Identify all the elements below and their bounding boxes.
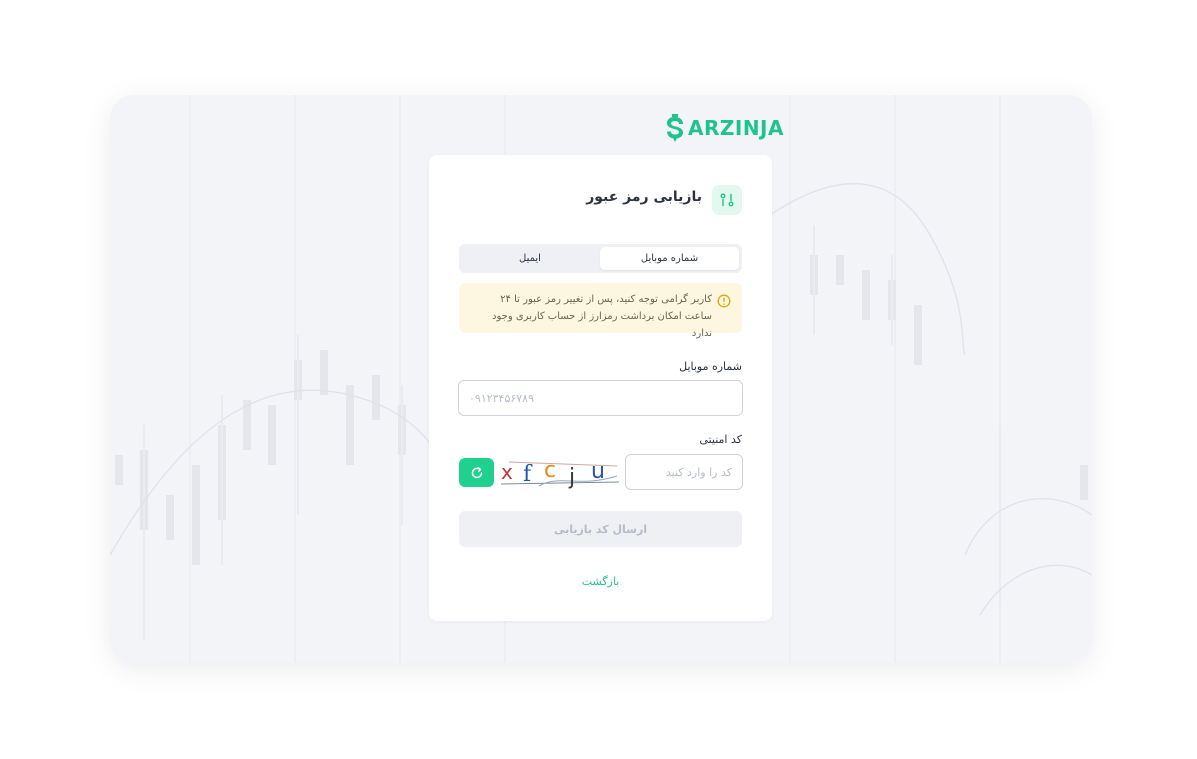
svg-text:u: u	[591, 459, 605, 484]
svg-text:c: c	[544, 458, 556, 483]
brand-name: ARZINJA	[688, 116, 784, 140]
svg-text:j: j	[568, 465, 575, 490]
recovery-method-tabs: شماره موبایل ایمیل	[459, 244, 742, 273]
tab-mobile[interactable]: شماره موبایل	[600, 247, 739, 270]
mobile-input[interactable]	[458, 380, 743, 416]
arzinja-logo-icon	[667, 114, 683, 142]
captcha-label: کد امنیتی	[699, 433, 742, 446]
warning-notice: کاربر گرامی توجه کنید، پس از تغییر رمز ع…	[459, 283, 742, 339]
captcha-input[interactable]	[625, 454, 743, 490]
send-recovery-code-button[interactable]: ارسال کد بازیابی	[459, 511, 742, 547]
refresh-icon	[471, 466, 482, 478]
brand-logo: ARZINJA	[666, 112, 784, 144]
warning-icon	[717, 294, 731, 308]
back-link[interactable]: بازگشت	[429, 575, 772, 588]
tab-email[interactable]: ایمیل	[462, 247, 598, 270]
sliders-icon	[712, 185, 742, 215]
notice-text: کاربر گرامی توجه کنید، پس از تغییر رمز ع…	[492, 294, 712, 339]
mobile-label: شماره موبایل	[679, 360, 742, 373]
password-recovery-card: بازیابی رمز عبور شماره موبایل ایمیل کارب…	[429, 155, 772, 621]
svg-text:x: x	[501, 460, 513, 484]
captcha-image: x f c j u	[500, 458, 620, 490]
page-title: بازیابی رمز عبور	[586, 189, 702, 205]
captcha-refresh-button[interactable]	[459, 458, 494, 487]
